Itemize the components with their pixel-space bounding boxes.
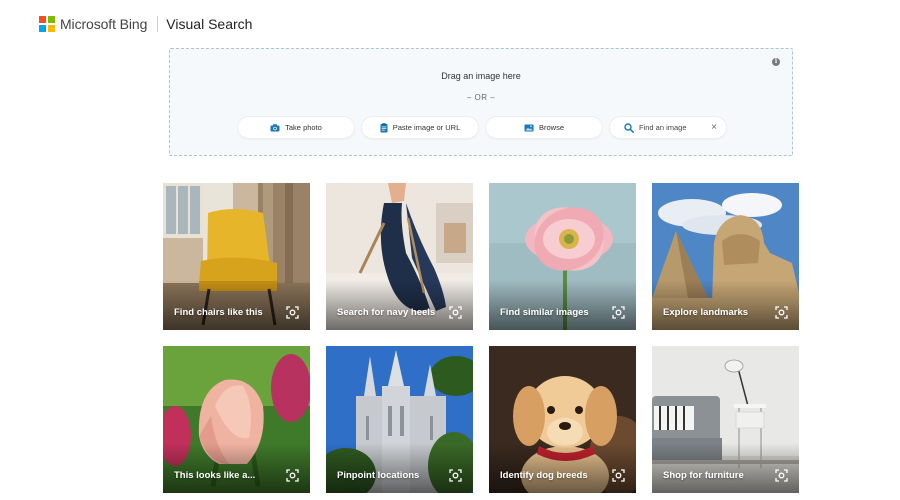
or-separator: – OR – bbox=[466, 93, 496, 102]
tile-label: Explore landmarks bbox=[663, 307, 749, 318]
drag-image-text: Drag an image here bbox=[441, 71, 521, 81]
visual-search-icon[interactable] bbox=[449, 306, 462, 319]
close-icon[interactable]: × bbox=[711, 122, 717, 134]
tile-heels[interactable]: Search for navy heels bbox=[326, 183, 473, 330]
tile-label: Identify dog breeds bbox=[500, 470, 588, 481]
tile-label: Shop for furniture bbox=[663, 470, 744, 481]
browse-button[interactable]: Browse bbox=[485, 116, 603, 139]
visual-search-icon[interactable] bbox=[775, 306, 788, 319]
paste-image-button[interactable]: Paste image or URL bbox=[361, 116, 479, 139]
take-photo-button[interactable]: Take photo bbox=[237, 116, 355, 139]
visual-search-icon[interactable] bbox=[286, 469, 299, 482]
page-title: Visual Search bbox=[166, 16, 253, 32]
microsoft-logo-icon[interactable] bbox=[39, 16, 55, 32]
info-icon[interactable]: i bbox=[772, 58, 780, 66]
tile-cathedral[interactable]: Pinpoint locations bbox=[326, 346, 473, 493]
header: Microsoft Bing Visual Search bbox=[39, 14, 252, 34]
paste-icon bbox=[380, 122, 388, 133]
tile-label: Find similar images bbox=[500, 307, 589, 318]
image-icon bbox=[524, 124, 534, 132]
image-drop-zone[interactable]: i Drag an image here – OR – Take photo P… bbox=[169, 48, 793, 156]
tile-label: Pinpoint locations bbox=[337, 470, 420, 481]
visual-search-icon[interactable] bbox=[286, 306, 299, 319]
tile-tulips[interactable]: This looks like a... bbox=[163, 346, 310, 493]
paste-image-label: Paste image or URL bbox=[392, 123, 461, 132]
tile-label: Search for navy heels bbox=[337, 307, 436, 318]
header-divider bbox=[157, 16, 159, 32]
search-icon bbox=[624, 122, 634, 133]
visual-search-icon[interactable] bbox=[612, 306, 625, 319]
find-image-search[interactable]: × bbox=[609, 116, 727, 139]
take-photo-label: Take photo bbox=[285, 123, 322, 132]
visual-search-icon[interactable] bbox=[775, 469, 788, 482]
tile-dog[interactable]: Identify dog breeds bbox=[489, 346, 636, 493]
search-input[interactable] bbox=[639, 123, 709, 132]
tile-flower[interactable]: Find similar images bbox=[489, 183, 636, 330]
tile-chairs[interactable]: Find chairs like this bbox=[163, 183, 310, 330]
tile-label: Find chairs like this bbox=[174, 307, 263, 318]
tile-label: This looks like a... bbox=[174, 470, 256, 481]
brand-name[interactable]: Microsoft Bing bbox=[60, 16, 147, 32]
tile-furniture[interactable]: Shop for furniture bbox=[652, 346, 799, 493]
camera-icon bbox=[270, 123, 280, 132]
browse-label: Browse bbox=[538, 123, 564, 132]
upload-actions: Take photo Paste image or URL Browse × bbox=[237, 116, 727, 139]
example-grid: Find chairs like this Search for navy he… bbox=[163, 183, 799, 493]
tile-landmarks[interactable]: Explore landmarks bbox=[652, 183, 799, 330]
visual-search-icon[interactable] bbox=[612, 469, 625, 482]
visual-search-icon[interactable] bbox=[449, 469, 462, 482]
